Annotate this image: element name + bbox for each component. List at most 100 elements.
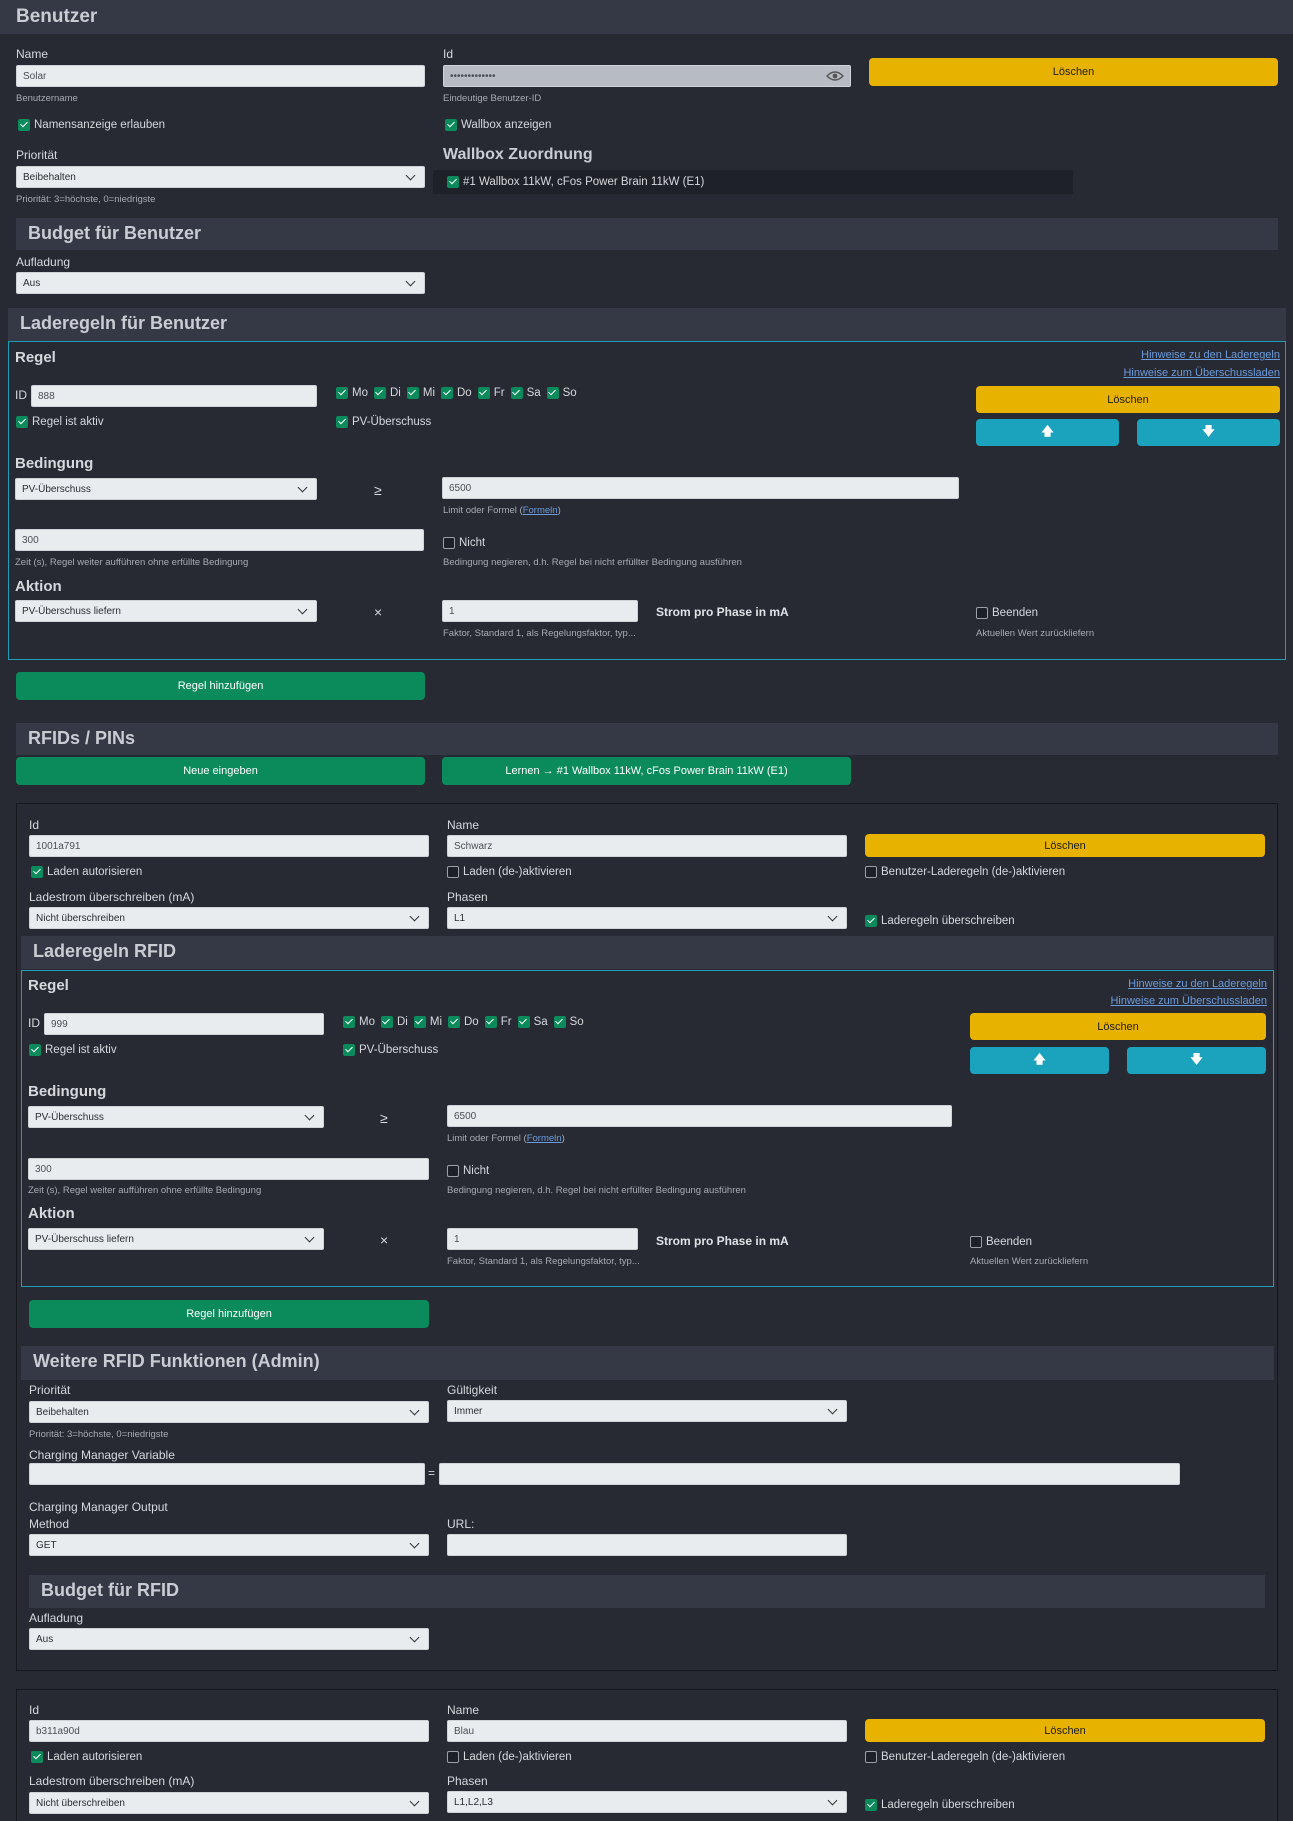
add-rule-button[interactable]: Regel hinzufügen xyxy=(29,1300,429,1328)
surplus-charging-link[interactable]: Hinweise zum Überschussladen xyxy=(1123,367,1280,379)
checkbox-checked[interactable] xyxy=(29,1044,41,1056)
eye-icon[interactable] xyxy=(826,70,844,82)
checkbox-checked[interactable] xyxy=(373,387,386,399)
rfid-charging-select[interactable]: Aus xyxy=(29,1628,429,1650)
checkbox-checked[interactable] xyxy=(517,1016,530,1028)
time-input[interactable]: 300 xyxy=(15,529,424,551)
rule-active-checkbox[interactable]: Regel ist aktiv xyxy=(29,1044,117,1056)
day-do-checkbox[interactable]: Do xyxy=(441,387,472,399)
checkbox-checked[interactable] xyxy=(447,176,459,188)
rule-active-checkbox[interactable]: Regel ist aktiv xyxy=(16,416,104,428)
factor-input[interactable]: 1 xyxy=(442,600,638,622)
allow-name-checkbox[interactable]: Namensanzeige erlauben xyxy=(18,119,165,131)
move-up-button[interactable]: 🡅 xyxy=(976,419,1119,446)
checkbox-checked[interactable] xyxy=(865,1799,877,1811)
action-select[interactable]: PV-Überschuss liefern xyxy=(28,1228,324,1250)
checkbox-checked[interactable] xyxy=(343,1044,355,1056)
new-rfid-button[interactable]: Neue eingeben xyxy=(16,757,425,785)
rule-id-input[interactable]: 888 xyxy=(31,385,317,407)
time-input[interactable]: 300 xyxy=(28,1158,429,1180)
checkbox-checked[interactable] xyxy=(510,387,523,399)
authorize-charging-checkbox[interactable]: Laden autorisieren xyxy=(31,1751,142,1763)
wallbox-item[interactable]: #1 Wallbox 11kW, cFos Power Brain 11kW (… xyxy=(433,170,1073,194)
pv-surplus-checkbox[interactable]: PV-Überschuss xyxy=(336,416,431,428)
checkbox-checked[interactable] xyxy=(445,119,457,131)
user-id-input[interactable]: ••••••••••••• xyxy=(443,65,851,87)
checkbox-checked[interactable] xyxy=(343,1016,355,1028)
checkbox-unchecked[interactable] xyxy=(976,607,988,619)
day-so-checkbox[interactable]: So xyxy=(546,387,577,399)
override-current-select[interactable]: Nicht überschreiben xyxy=(29,907,429,929)
checkbox-checked[interactable] xyxy=(448,1016,460,1028)
checkbox-checked[interactable] xyxy=(380,1016,393,1028)
formulas-link[interactable]: Formeln xyxy=(527,1133,562,1144)
checkbox-checked[interactable] xyxy=(546,387,559,399)
checkbox-checked[interactable] xyxy=(31,866,43,878)
toggle-user-rules-checkbox[interactable]: Benutzer-Laderegeln (de-)aktivieren xyxy=(865,1751,1065,1763)
checkbox-checked[interactable] xyxy=(441,387,453,399)
override-current-select[interactable]: Nicht überschreiben xyxy=(29,1792,429,1814)
add-rule-button[interactable]: Regel hinzufügen xyxy=(16,672,425,700)
name-input[interactable]: Solar xyxy=(16,65,425,87)
rfid-id-input[interactable]: b311a90d xyxy=(29,1720,429,1742)
toggle-charging-checkbox[interactable]: Laden (de-)aktivieren xyxy=(447,866,572,878)
day-mi-checkbox[interactable]: Mi xyxy=(406,387,435,399)
phases-select[interactable]: L1 xyxy=(447,907,847,929)
negate-checkbox[interactable]: Nicht xyxy=(443,537,485,549)
checkbox-checked[interactable] xyxy=(406,387,419,399)
cm-variable-name-input[interactable] xyxy=(29,1463,425,1485)
checkbox-checked[interactable] xyxy=(336,387,348,399)
learn-rfid-button[interactable]: Lernen → #1 Wallbox 11kW, cFos Power Bra… xyxy=(442,757,851,785)
move-down-button[interactable]: 🡇 xyxy=(1127,1047,1266,1074)
factor-input[interactable]: 1 xyxy=(447,1228,638,1250)
checkbox-checked[interactable] xyxy=(553,1016,566,1028)
checkbox-unchecked[interactable] xyxy=(970,1236,982,1248)
checkbox-checked[interactable] xyxy=(336,416,348,428)
limit-input[interactable]: 6500 xyxy=(442,477,959,499)
day-di-checkbox[interactable]: Di xyxy=(380,1016,408,1028)
day-mo-checkbox[interactable]: Mo xyxy=(336,387,368,399)
charging-select[interactable]: Aus xyxy=(16,272,425,294)
day-sa-checkbox[interactable]: Sa xyxy=(510,387,541,399)
authorize-charging-checkbox[interactable]: Laden autorisieren xyxy=(31,866,142,878)
rfid-priority-select[interactable]: Beibehalten xyxy=(29,1401,429,1423)
condition-select[interactable]: PV-Überschuss xyxy=(15,478,317,500)
pv-surplus-checkbox[interactable]: PV-Überschuss xyxy=(343,1044,438,1056)
condition-select[interactable]: PV-Überschuss xyxy=(28,1106,324,1128)
checkbox-unchecked[interactable] xyxy=(447,1751,459,1763)
checkbox-unchecked[interactable] xyxy=(865,1751,877,1763)
rfid-id-input[interactable]: 1001a791 xyxy=(29,835,429,857)
move-up-button[interactable]: 🡅 xyxy=(970,1047,1109,1074)
cm-variable-value-input[interactable] xyxy=(439,1463,1180,1485)
checkbox-checked[interactable] xyxy=(18,119,30,131)
day-fr-checkbox[interactable]: Fr xyxy=(484,1016,512,1028)
checkbox-checked[interactable] xyxy=(16,416,28,428)
checkbox-unchecked[interactable] xyxy=(443,537,455,549)
toggle-user-rules-checkbox[interactable]: Benutzer-Laderegeln (de-)aktivieren xyxy=(865,866,1065,878)
checkbox-checked[interactable] xyxy=(31,1751,43,1763)
end-checkbox[interactable]: Beenden xyxy=(976,607,1038,619)
day-do-checkbox[interactable]: Do xyxy=(448,1016,479,1028)
rule-delete-button[interactable]: Löschen xyxy=(976,386,1280,413)
checkbox-checked[interactable] xyxy=(865,915,877,927)
checkbox-unchecked[interactable] xyxy=(447,1165,459,1177)
validity-select[interactable]: Immer xyxy=(447,1400,847,1422)
show-wallbox-checkbox[interactable]: Wallbox anzeigen xyxy=(445,119,551,131)
toggle-charging-checkbox[interactable]: Laden (de-)aktivieren xyxy=(447,1751,572,1763)
override-rules-checkbox[interactable]: Laderegeln überschreiben xyxy=(865,1799,1015,1811)
rfid-name-input[interactable]: Schwarz xyxy=(447,835,847,857)
checkbox-checked[interactable] xyxy=(484,1016,497,1028)
checkbox-unchecked[interactable] xyxy=(865,866,877,878)
rfid-delete-button[interactable]: Löschen xyxy=(865,1719,1265,1742)
charging-rules-link[interactable]: Hinweise zu den Laderegeln xyxy=(1141,349,1280,361)
day-di-checkbox[interactable]: Di xyxy=(373,387,401,399)
phases-select[interactable]: L1,L2,L3 xyxy=(447,1791,847,1813)
day-mi-checkbox[interactable]: Mi xyxy=(413,1016,442,1028)
rfid-delete-button[interactable]: Löschen xyxy=(865,834,1265,857)
checkbox-checked[interactable] xyxy=(477,387,490,399)
move-down-button[interactable]: 🡇 xyxy=(1137,419,1280,446)
method-select[interactable]: GET xyxy=(29,1534,429,1556)
action-select[interactable]: PV-Überschuss liefern xyxy=(15,600,317,622)
day-fr-checkbox[interactable]: Fr xyxy=(477,387,505,399)
rule-id-input[interactable]: 999 xyxy=(44,1013,324,1035)
